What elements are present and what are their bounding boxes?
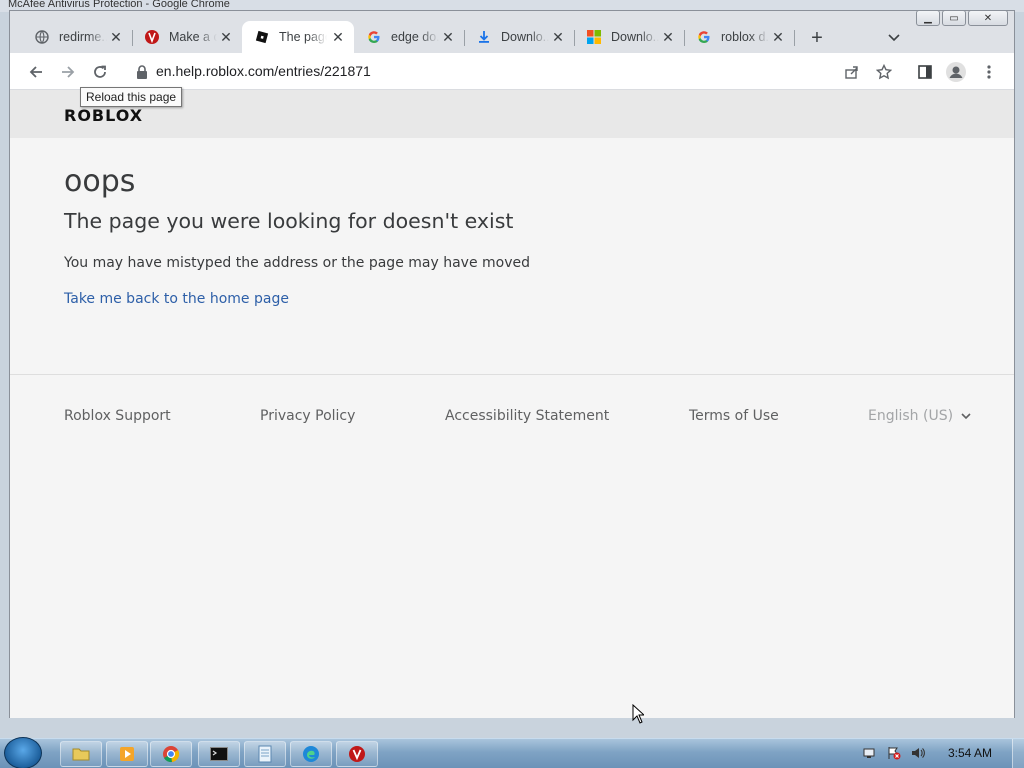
reload-icon[interactable] (89, 61, 111, 83)
footer-roblox-support-link[interactable]: Roblox Support (64, 408, 171, 424)
tab-7-close-icon[interactable]: ✕ (770, 29, 786, 45)
tab-3-active[interactable]: The page... ✕ (242, 21, 354, 53)
action-center-flag-icon[interactable] (886, 745, 902, 761)
tab-4[interactable]: edge do... ✕ (354, 21, 465, 53)
volume-icon[interactable] (910, 745, 926, 761)
tab-6-title: Downlo... (611, 30, 659, 44)
tab-5[interactable]: Downlo... ✕ (464, 21, 575, 53)
browser-window: redirme... ✕ Make a c... ✕ The page... ✕… (9, 10, 1015, 718)
taskbar-chrome-icon[interactable] (150, 741, 192, 767)
close-window-button[interactable]: ✕ (968, 10, 1008, 26)
tab-7-title: roblox d... (721, 30, 769, 44)
forward-arrow-icon[interactable] (57, 61, 79, 83)
roblox-logo[interactable]: ROBLOX (64, 106, 143, 125)
system-tray (862, 745, 926, 761)
taskbar-media-player-icon[interactable] (106, 741, 148, 767)
tab-3-close-icon[interactable]: ✕ (330, 29, 346, 45)
globe-icon (34, 29, 50, 45)
page-viewport: ROBLOX oops The page you were looking fo… (10, 90, 1014, 718)
roblox-icon (254, 29, 270, 45)
tab-5-close-icon[interactable]: ✕ (550, 29, 566, 45)
network-icon[interactable] (862, 745, 878, 761)
tab-1-title: redirme... (59, 30, 107, 44)
address-bar[interactable]: en.help.roblox.com/entries/221871 (122, 57, 992, 86)
microsoft-icon (586, 29, 602, 45)
tab-7[interactable]: roblox d... ✕ (684, 21, 795, 53)
tab-1[interactable]: redirme... ✕ (22, 21, 133, 53)
side-panel-icon[interactable] (914, 61, 936, 83)
site-footer: Roblox Support Privacy Policy Accessibil… (64, 408, 971, 428)
footer-accessibility-link[interactable]: Accessibility Statement (445, 408, 609, 424)
tab-1-close-icon[interactable]: ✕ (108, 29, 124, 45)
taskbar-edge-icon[interactable] (290, 741, 332, 767)
error-content: oops The page you were looking for doesn… (64, 164, 530, 308)
bookmark-star-icon[interactable] (874, 62, 894, 82)
footer-privacy-policy-link[interactable]: Privacy Policy (260, 408, 355, 424)
error-subheading: The page you were looking for doesn't ex… (64, 209, 514, 233)
tab-3-title: The page... (279, 30, 327, 44)
background-window-title: McAfee Antivirus Protection - Google Chr… (8, 0, 230, 10)
footer-terms-link[interactable]: Terms of Use (689, 408, 779, 424)
new-tab-plus-icon[interactable]: + (806, 27, 828, 49)
show-desktop-button[interactable] (1012, 739, 1024, 768)
mouse-cursor-icon (632, 703, 646, 729)
browser-toolbar: en.help.roblox.com/entries/221871 (10, 53, 1014, 90)
tab-2-close-icon[interactable]: ✕ (218, 29, 234, 45)
tab-search-chevron-icon[interactable] (884, 28, 904, 48)
tab-6[interactable]: Downlo... ✕ (574, 21, 685, 53)
language-label: English (US) (868, 408, 954, 424)
tab-2-title: Make a c... (169, 30, 217, 44)
taskbar-clock[interactable]: 3:54 AM (948, 746, 992, 760)
tab-2[interactable]: Make a c... ✕ (132, 21, 242, 53)
language-selector[interactable]: English (US) (868, 408, 971, 424)
windows-taskbar: 3:54 AM (0, 737, 1024, 768)
minimize-button[interactable]: ▁ (916, 10, 940, 26)
back-arrow-icon[interactable] (25, 61, 47, 83)
footer-divider (10, 374, 1014, 375)
home-page-link[interactable]: Take me back to the home page (64, 291, 289, 307)
profile-avatar-icon[interactable] (945, 61, 967, 83)
tab-4-close-icon[interactable]: ✕ (440, 29, 456, 45)
taskbar-notepad-icon[interactable] (244, 741, 286, 767)
error-message: You may have mistyped the address or the… (64, 255, 530, 271)
kebab-menu-icon[interactable] (978, 61, 1000, 83)
lock-icon[interactable] (136, 65, 148, 79)
error-heading: oops (64, 164, 136, 199)
window-controls: ▁ ▭ ✕ (916, 10, 1008, 26)
reload-tooltip: Reload this page (80, 87, 183, 107)
tab-6-close-icon[interactable]: ✕ (660, 29, 676, 45)
tab-strip: redirme... ✕ Make a c... ✕ The page... ✕… (10, 10, 1014, 53)
mcafee-icon (144, 29, 160, 45)
download-icon (476, 29, 492, 45)
maximize-button[interactable]: ▭ (942, 10, 966, 26)
share-icon[interactable] (842, 62, 862, 82)
taskbar-explorer-folder-icon[interactable] (60, 741, 102, 767)
taskbar-mcafee-icon[interactable] (336, 741, 378, 767)
tab-separator (794, 30, 795, 46)
taskbar-command-prompt-icon[interactable] (198, 741, 240, 767)
tab-5-title: Downlo... (501, 30, 549, 44)
url-text[interactable]: en.help.roblox.com/entries/221871 (156, 63, 371, 79)
tab-4-title: edge do... (391, 30, 439, 44)
chevron-down-icon (961, 412, 971, 419)
google-icon (696, 29, 712, 45)
start-button-windows-icon[interactable] (4, 737, 42, 768)
google-icon (366, 29, 382, 45)
